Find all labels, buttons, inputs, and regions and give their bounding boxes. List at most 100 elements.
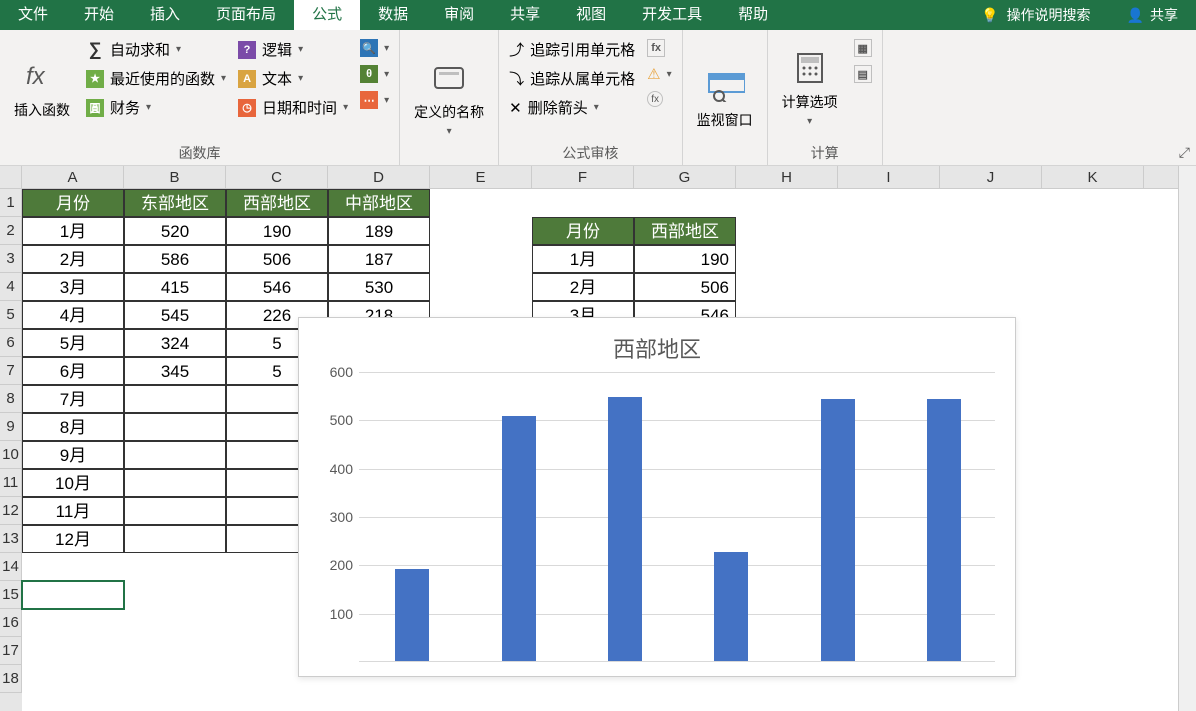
row-header-11[interactable]: 11 [0,469,22,497]
lookup-button[interactable]: 🔍▾ [358,38,391,58]
tell-me-search[interactable]: 💡操作说明搜索 [963,5,1108,25]
cell[interactable]: 190 [634,245,736,273]
watch-window-button[interactable]: 监视窗口 [689,34,761,161]
menu-item-页面布局[interactable]: 页面布局 [198,0,294,30]
chart-bar[interactable] [821,399,855,661]
calculation-options-button[interactable]: 计算选项 ▾ [774,34,846,141]
cell[interactable]: 东部地区 [124,189,226,217]
menu-item-开始[interactable]: 开始 [66,0,132,30]
column-header-G[interactable]: G [634,166,736,188]
cell[interactable]: 3月 [22,273,124,301]
cell[interactable]: 西部地区 [226,189,328,217]
vertical-scrollbar[interactable] [1178,166,1196,711]
cell[interactable]: 187 [328,245,430,273]
cell[interactable]: 530 [328,273,430,301]
more-functions-button[interactable]: ⋯▾ [358,90,391,110]
cell[interactable]: 2月 [532,273,634,301]
cell[interactable]: 586 [124,245,226,273]
cell[interactable]: 9月 [22,441,124,469]
chart-bar[interactable] [714,552,748,661]
column-header-K[interactable]: K [1042,166,1144,188]
cell[interactable]: 324 [124,329,226,357]
defined-names-button[interactable]: 定义的名称 ▾ [406,34,492,161]
cell[interactable]: 7月 [22,385,124,413]
cell[interactable]: 6月 [22,357,124,385]
chart-bar[interactable] [395,569,429,661]
column-header-C[interactable]: C [226,166,328,188]
menu-item-文件[interactable]: 文件 [0,0,66,30]
column-header-H[interactable]: H [736,166,838,188]
row-header-16[interactable]: 16 [0,609,22,637]
row-header-8[interactable]: 8 [0,385,22,413]
cell[interactable] [124,469,226,497]
select-all-corner[interactable] [0,166,22,189]
column-header-J[interactable]: J [940,166,1042,188]
row-header-12[interactable]: 12 [0,497,22,525]
menu-item-公式[interactable]: 公式 [294,0,360,30]
cell[interactable]: 1月 [532,245,634,273]
cell[interactable]: 506 [634,273,736,301]
share-button[interactable]: 👤共享 [1109,5,1196,25]
insert-function-button[interactable]: fx 插入函数 [6,34,78,141]
cell[interactable]: 中部地区 [328,189,430,217]
autosum-button[interactable]: ∑自动求和▾ [84,38,228,61]
chart-bar[interactable] [608,397,642,661]
cell[interactable]: 545 [124,301,226,329]
column-header-B[interactable]: B [124,166,226,188]
row-header-6[interactable]: 6 [0,329,22,357]
cell[interactable]: 12月 [22,525,124,553]
cell[interactable]: 190 [226,217,328,245]
active-cell[interactable] [22,581,124,609]
cell[interactable]: 506 [226,245,328,273]
chart-bar[interactable] [502,416,536,661]
remove-arrows-button[interactable]: ✕删除箭头▾ [507,96,637,119]
row-header-10[interactable]: 10 [0,441,22,469]
show-formulas-button[interactable]: fx [645,38,673,58]
cell[interactable]: 345 [124,357,226,385]
row-header-17[interactable]: 17 [0,637,22,665]
row-header-5[interactable]: 5 [0,301,22,329]
trace-precedents-button[interactable]: ⤴追踪引用单元格 [507,38,637,61]
row-header-3[interactable]: 3 [0,245,22,273]
column-header-A[interactable]: A [22,166,124,188]
row-header-2[interactable]: 2 [0,217,22,245]
cell[interactable]: 月份 [532,217,634,245]
cell[interactable] [124,413,226,441]
cell[interactable] [124,497,226,525]
cell[interactable]: 4月 [22,301,124,329]
cell[interactable]: 415 [124,273,226,301]
column-header-D[interactable]: D [328,166,430,188]
row-header-13[interactable]: 13 [0,525,22,553]
row-header-15[interactable]: 15 [0,581,22,609]
row-header-4[interactable]: 4 [0,273,22,301]
datetime-button[interactable]: ◷日期和时间▾ [236,96,350,119]
evaluate-formula-button[interactable]: fx [645,90,673,108]
calc-now-button[interactable]: ▦ [852,38,874,58]
cell[interactable]: 11月 [22,497,124,525]
row-header-18[interactable]: 18 [0,665,22,693]
menu-item-插入[interactable]: 插入 [132,0,198,30]
column-header-F[interactable]: F [532,166,634,188]
row-header-7[interactable]: 7 [0,357,22,385]
cell[interactable]: 5月 [22,329,124,357]
cell[interactable] [124,441,226,469]
error-checking-button[interactable]: ⚠▾ [645,64,673,84]
cell[interactable]: 西部地区 [634,217,736,245]
cell[interactable]: 8月 [22,413,124,441]
cell[interactable]: 520 [124,217,226,245]
column-header-E[interactable]: E [430,166,532,188]
cell[interactable]: 546 [226,273,328,301]
cell[interactable] [124,385,226,413]
logical-button[interactable]: ?逻辑▾ [236,38,350,61]
cell[interactable]: 10月 [22,469,124,497]
menu-item-审阅[interactable]: 审阅 [426,0,492,30]
column-header-I[interactable]: I [838,166,940,188]
menu-item-帮助[interactable]: 帮助 [720,0,786,30]
text-button[interactable]: A文本▾ [236,67,350,90]
cell[interactable]: 月份 [22,189,124,217]
financial-button[interactable]: 圓财务▾ [84,96,228,119]
trace-dependents-button[interactable]: ⤵追踪从属单元格 [507,67,637,90]
cell[interactable]: 189 [328,217,430,245]
row-header-1[interactable]: 1 [0,189,22,217]
math-button[interactable]: θ▾ [358,64,391,84]
